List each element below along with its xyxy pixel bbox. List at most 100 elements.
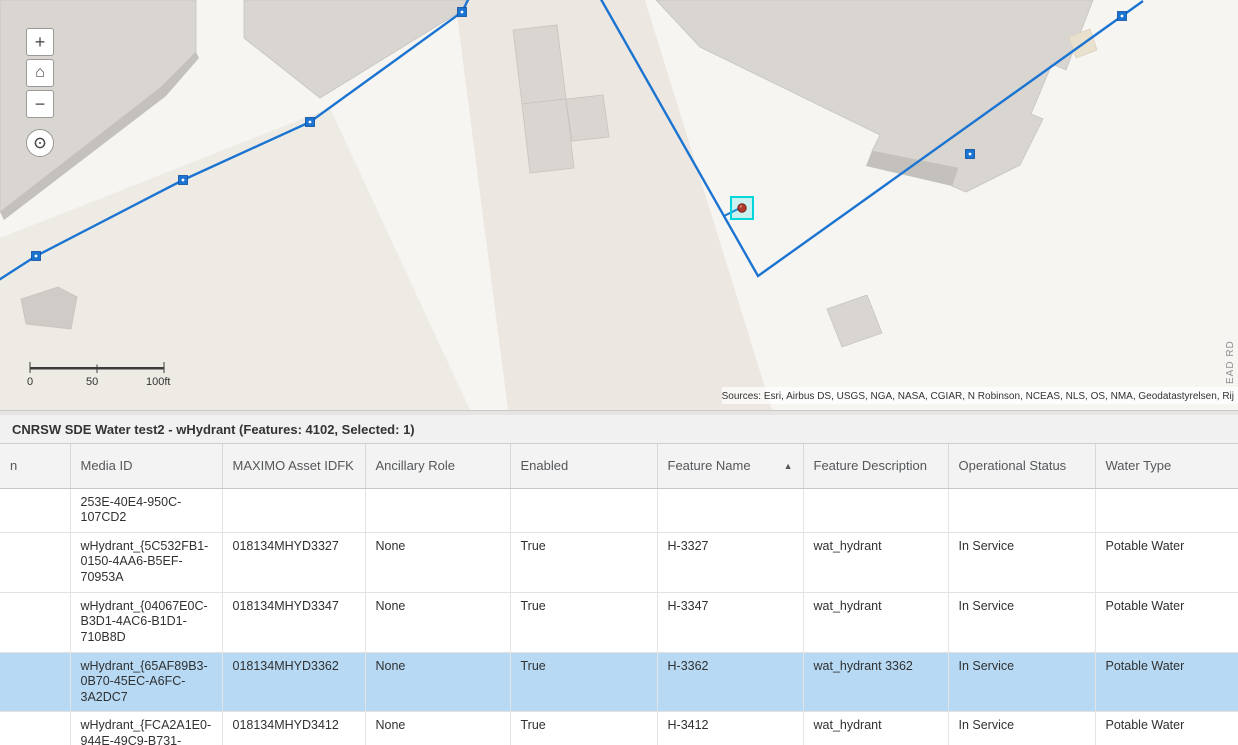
cell-water-type[interactable]: Potable Water <box>1095 592 1238 653</box>
cell-ancillary-role[interactable]: None <box>365 532 511 593</box>
cell-water-type[interactable]: Potable Water <box>1095 711 1238 745</box>
attribute-table-title: CNRSW SDE Water test2 - wHydrant (Featur… <box>0 415 1238 444</box>
column-label: Enabled <box>520 458 569 474</box>
cell-media-id[interactable]: 253E-40E4-950C-107CD2 <box>70 488 223 533</box>
column-header-ancillary-role[interactable]: Ancillary Role <box>365 444 511 489</box>
cell-operational-status[interactable]: In Service <box>948 532 1096 593</box>
attribution-text: Sources: Esri, Airbus DS, USGS, NGA, NAS… <box>722 391 1234 402</box>
zoom-out-button[interactable]: − <box>26 90 54 118</box>
zoom-in-button[interactable]: + <box>26 28 54 56</box>
road-label: EAD RD <box>1225 340 1236 384</box>
cell-media-id[interactable]: wHydrant_{5C532FB1-0150-4AA6-B5EF-70953A <box>70 532 223 593</box>
column-header-operational-status[interactable]: Operational Status <box>948 444 1096 489</box>
locate-button[interactable] <box>26 129 54 157</box>
cell-feature-name[interactable]: H-3412 <box>657 711 804 745</box>
cell-feature-name[interactable]: H-3347 <box>657 592 804 653</box>
cell-maximo-asset[interactable]: 018134MHYD3362 <box>222 652 366 713</box>
table-header-row: n Media ID MAXIMO Asset IDFK Ancillary R… <box>0 444 1238 489</box>
column-header-maximo-asset-idfk[interactable]: MAXIMO Asset IDFK <box>222 444 366 489</box>
table-row[interactable]: wHydrant_{04067E0C-B3D1-4AC6-B1D1-710B8D… <box>0 592 1238 653</box>
cell-n[interactable] <box>0 592 71 653</box>
cell-enabled[interactable]: True <box>510 711 658 745</box>
minus-icon: − <box>34 93 46 114</box>
cell-operational-status[interactable]: In Service <box>948 711 1096 745</box>
hydrant-icon[interactable] <box>737 203 747 213</box>
scale-label-zero: 0 <box>27 376 33 388</box>
cell-operational-status[interactable]: In Service <box>948 652 1096 713</box>
cell-enabled[interactable]: True <box>510 652 658 713</box>
app-window: 0 50 100ft Sources: Esri, Airbus DS, USG… <box>0 0 1238 745</box>
column-header-n[interactable]: n <box>0 444 71 489</box>
cell-enabled[interactable]: True <box>510 532 658 593</box>
cell-ancillary-role[interactable]: None <box>365 652 511 713</box>
home-button[interactable]: ⌂ <box>26 59 54 87</box>
cell-ancillary-role[interactable] <box>365 488 511 533</box>
cell-feature-description[interactable]: wat_hydrant <box>803 711 949 745</box>
column-label: Water Type <box>1105 458 1172 474</box>
hydrant-icon-highlight <box>739 205 742 208</box>
cell-media-id[interactable]: wHydrant_{65AF89B3-0B70-45EC-A6FC-3A2DC7 <box>70 652 223 713</box>
selected-hydrant-marker[interactable] <box>730 196 754 220</box>
cell-enabled[interactable]: True <box>510 592 658 653</box>
table-row[interactable]: wHydrant_{FCA2A1E0-944E-49C9-B731- 01813… <box>0 711 1238 745</box>
column-header-feature-description[interactable]: Feature Description <box>803 444 949 489</box>
map-canvas[interactable]: 0 50 100ft Sources: Esri, Airbus DS, USG… <box>0 0 1238 410</box>
column-label: n <box>10 458 18 474</box>
column-header-feature-name[interactable]: Feature Name ▲ <box>657 444 804 489</box>
cell-feature-name[interactable] <box>657 488 804 533</box>
cell-n[interactable] <box>0 488 71 533</box>
scale-label-end: 100ft <box>146 376 170 388</box>
column-label: Operational Status <box>958 458 1067 474</box>
sort-ascending-icon[interactable]: ▲ <box>778 461 793 471</box>
column-header-media-id[interactable]: Media ID <box>70 444 223 489</box>
table-title-text: CNRSW SDE Water test2 - wHydrant (Featur… <box>12 421 415 437</box>
column-header-water-type[interactable]: Water Type <box>1095 444 1238 489</box>
cell-ancillary-role[interactable]: None <box>365 592 511 653</box>
cell-n[interactable] <box>0 532 71 593</box>
column-header-enabled[interactable]: Enabled <box>510 444 658 489</box>
cell-feature-description[interactable] <box>803 488 949 533</box>
table-row[interactable]: wHydrant_{5C532FB1-0150-4AA6-B5EF-70953A… <box>0 532 1238 593</box>
column-label: Ancillary Role <box>375 458 455 474</box>
cell-media-id[interactable]: wHydrant_{FCA2A1E0-944E-49C9-B731- <box>70 711 223 745</box>
cell-feature-name[interactable]: H-3362 <box>657 652 804 713</box>
map-graphics[interactable]: 0 50 100ft Sources: Esri, Airbus DS, USG… <box>0 0 1238 410</box>
cell-ancillary-role[interactable]: None <box>365 711 511 745</box>
cell-maximo-asset[interactable]: 018134MHYD3412 <box>222 711 366 745</box>
fitting-marker-icon[interactable] <box>305 117 315 127</box>
fitting-marker-icon[interactable] <box>178 175 188 185</box>
home-icon: ⌂ <box>35 64 45 81</box>
fitting-marker-icon[interactable] <box>31 251 41 261</box>
column-label: Feature Description <box>813 458 927 474</box>
table-row-selected[interactable]: wHydrant_{65AF89B3-0B70-45EC-A6FC-3A2DC7… <box>0 652 1238 713</box>
cell-operational-status[interactable] <box>948 488 1096 533</box>
cell-water-type[interactable]: Potable Water <box>1095 652 1238 713</box>
cell-operational-status[interactable]: In Service <box>948 592 1096 653</box>
cell-feature-name[interactable]: H-3327 <box>657 532 804 593</box>
attribute-table: n Media ID MAXIMO Asset IDFK Ancillary R… <box>0 444 1238 745</box>
building-polygon <box>565 94 610 142</box>
cell-n[interactable] <box>0 711 71 745</box>
locate-icon <box>34 137 46 149</box>
cell-feature-description[interactable]: wat_hydrant 3362 <box>803 652 949 713</box>
column-label: Media ID <box>80 458 133 474</box>
cell-feature-description[interactable]: wat_hydrant <box>803 592 949 653</box>
cell-feature-description[interactable]: wat_hydrant <box>803 532 949 593</box>
cell-media-id[interactable]: wHydrant_{04067E0C-B3D1-4AC6-B1D1-710B8D <box>70 592 223 653</box>
column-label: Feature Name <box>667 458 751 474</box>
cell-water-type[interactable] <box>1095 488 1238 533</box>
fitting-marker-icon[interactable] <box>457 7 467 17</box>
building-polygon <box>521 98 575 174</box>
map-zoom-controls: + ⌂ − <box>26 28 54 160</box>
cell-water-type[interactable]: Potable Water <box>1095 532 1238 593</box>
fitting-marker-icon[interactable] <box>1117 11 1127 21</box>
scale-label-mid: 50 <box>86 376 98 388</box>
table-row[interactable]: 253E-40E4-950C-107CD2 <box>0 488 1238 533</box>
cell-maximo-asset[interactable] <box>222 488 366 533</box>
cell-maximo-asset[interactable]: 018134MHYD3327 <box>222 532 366 593</box>
cell-enabled[interactable] <box>510 488 658 533</box>
building-polygon <box>512 24 567 105</box>
cell-n[interactable] <box>0 652 71 713</box>
cell-maximo-asset[interactable]: 018134MHYD3347 <box>222 592 366 653</box>
fitting-marker-icon[interactable] <box>965 149 975 159</box>
